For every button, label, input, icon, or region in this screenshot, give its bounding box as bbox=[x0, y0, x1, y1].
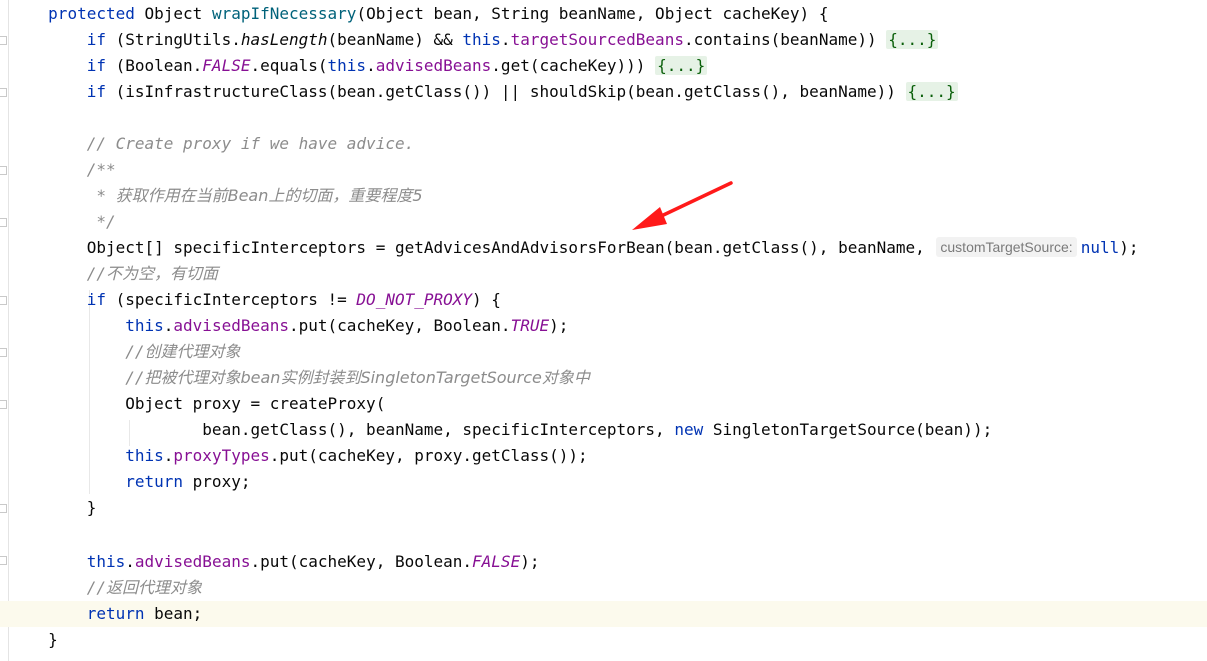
arrow-shaft bbox=[653, 181, 733, 221]
red-arrow-annotation bbox=[632, 181, 733, 230]
arrow-head bbox=[632, 207, 667, 230]
